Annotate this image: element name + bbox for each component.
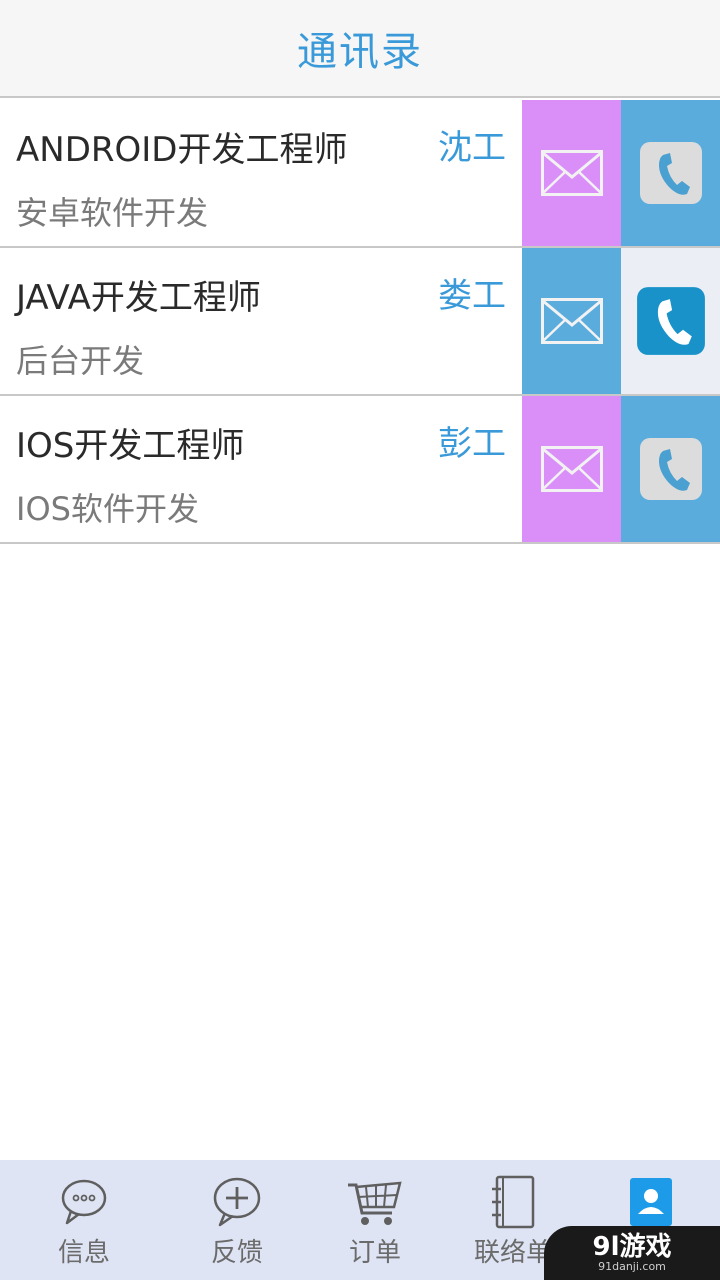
envelope-icon [540,150,603,196]
watermark-logo: 9l游戏 91danji.com [544,1226,720,1280]
cart-icon [345,1174,405,1230]
contact-name: 彭工 [438,424,506,464]
app-header: 通讯录 [0,0,720,98]
tab-label: 信息 [57,1238,110,1268]
tab-label: 反馈 [210,1238,263,1268]
call-button[interactable] [621,396,720,542]
chat-bubble-icon [54,1174,114,1230]
contact-list: ANDROID开发工程师 安卓软件开发 沈工 JAVA开发工程师 后台开发 娄工 [0,100,720,544]
notebook-icon [483,1174,543,1230]
contact-name: 娄工 [438,276,506,316]
contact-name: 沈工 [438,128,506,168]
tab-label: 联络单 [473,1238,552,1268]
plus-bubble-icon [207,1174,267,1230]
contact-row[interactable]: ANDROID开发工程师 安卓软件开发 沈工 [0,100,720,248]
tab-messages[interactable]: 信息 [0,1160,168,1280]
tab-feedback[interactable]: 反馈 [168,1160,306,1280]
page-title: 通讯录 [297,29,423,75]
phone-icon [639,438,702,500]
call-button[interactable] [621,248,720,394]
phone-icon [639,142,702,204]
tab-orders[interactable]: 订单 [306,1160,444,1280]
tab-label: 订单 [348,1238,401,1268]
phone-icon [636,287,705,355]
contact-row[interactable]: IOS开发工程师 IOS软件开发 彭工 [0,396,720,544]
watermark-text: 9l游戏 [592,1232,672,1262]
watermark-url: 91danji.com [598,1260,666,1273]
mail-button[interactable] [522,248,621,394]
contact-subtitle: IOS软件开发 [16,490,199,528]
mail-button[interactable] [522,396,621,542]
contact-title: IOS开发工程师 [16,426,245,466]
contact-title: ANDROID开发工程师 [16,130,348,170]
envelope-icon [540,298,603,344]
contact-subtitle: 安卓软件开发 [16,194,209,232]
contact-title: JAVA开发工程师 [16,278,261,318]
mail-button[interactable] [522,100,621,246]
envelope-icon [540,446,603,492]
contact-subtitle: 后台开发 [16,342,145,380]
call-button[interactable] [621,100,720,246]
contact-row[interactable]: JAVA开发工程师 后台开发 娄工 [0,248,720,396]
contacts-icon [621,1174,681,1230]
